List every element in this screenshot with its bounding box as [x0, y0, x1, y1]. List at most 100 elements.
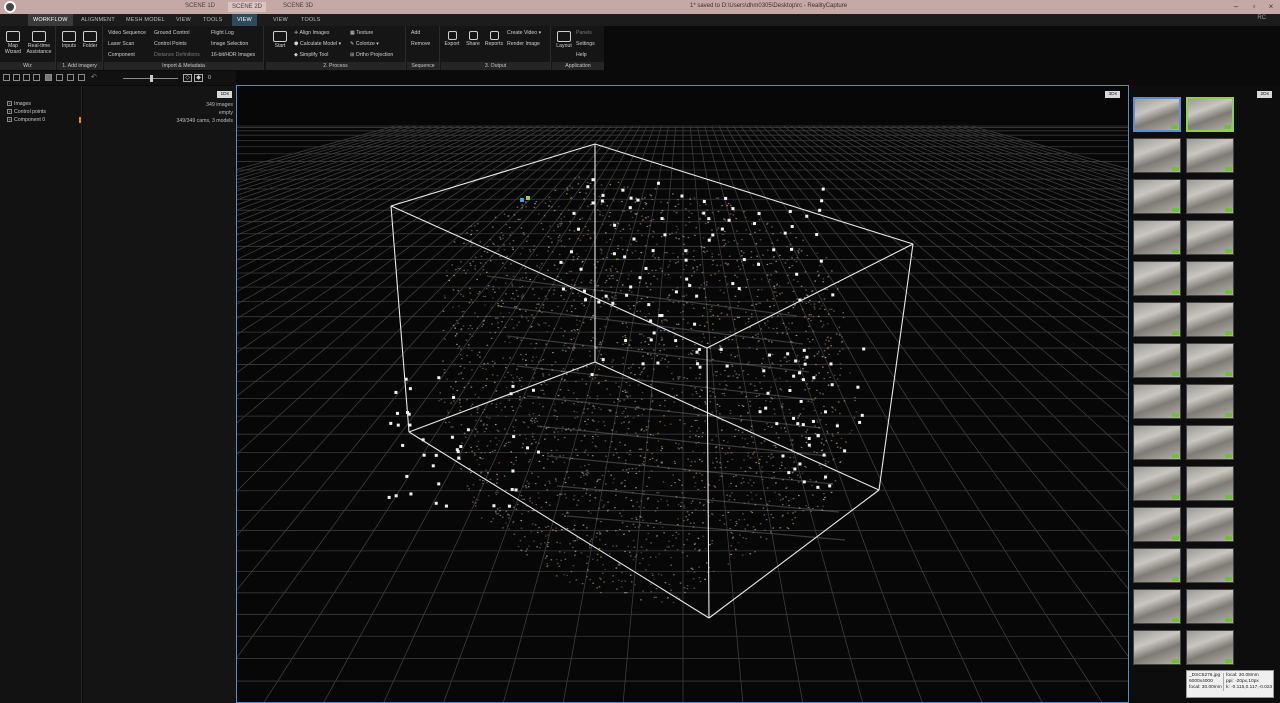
tree-item-control-points[interactable]: + Control points [7, 109, 46, 115]
sort-icon[interactable] [56, 74, 63, 81]
pane-3ds-badge[interactable]: 3Ds [1105, 91, 1120, 98]
tab-scene-1d[interactable]: SCENE 1D [185, 3, 215, 9]
image-thumbnail[interactable] [1133, 384, 1181, 419]
aligned-status-icon [1225, 659, 1232, 663]
tab-mesh-model[interactable]: MESH MODEL [121, 14, 170, 26]
image-thumbnail[interactable] [1186, 425, 1234, 460]
settings-button[interactable]: Settings [576, 41, 595, 48]
calculate-model-button[interactable]: ⬢ Calculate Model ▾ [294, 41, 341, 48]
pane-1ds-badge[interactable]: 1Ds [217, 91, 232, 98]
export-button[interactable]: Export [442, 31, 462, 47]
ortho-projection-button[interactable]: ⊞ Ortho Projection [350, 52, 393, 59]
grid-view-icon[interactable] [3, 74, 10, 81]
start-icon [273, 31, 287, 42]
minimize-icon[interactable]: – [1230, 1, 1242, 13]
tab-workflow[interactable]: WORKFLOW [28, 14, 73, 26]
image-thumbnail[interactable] [1133, 589, 1181, 624]
diamond-filled-icon[interactable]: ◆ [194, 74, 203, 82]
start-button[interactable]: Start [269, 31, 291, 49]
image-thumbnail[interactable] [1133, 220, 1181, 255]
image-thumbnail[interactable] [1133, 261, 1181, 296]
app-logo-icon[interactable] [4, 1, 16, 13]
scene-canvas[interactable] [237, 86, 1129, 703]
add-button[interactable]: Add [411, 30, 420, 37]
thumb-large-icon[interactable] [45, 74, 52, 81]
flight-log-button[interactable]: Flight Log [211, 30, 234, 37]
remove-button[interactable]: Remove [411, 41, 430, 48]
3d-viewport[interactable]: 3Ds [236, 85, 1129, 703]
image-thumbnail[interactable] [1186, 589, 1234, 624]
tab-view[interactable]: VIEW [171, 14, 196, 26]
simplify-tool-button[interactable]: ◆ Simplify Tool [294, 52, 328, 59]
pane-2ds-badge[interactable]: 2Ds [1257, 91, 1272, 98]
image-thumbnail[interactable] [1186, 261, 1234, 296]
filter-icon[interactable] [67, 74, 74, 81]
image-selection-button[interactable]: Image Selection [211, 41, 248, 48]
tree-item-component[interactable]: + Component 0 [7, 117, 45, 123]
render-image-button[interactable]: Render Image [507, 41, 540, 48]
image-thumbnail[interactable] [1186, 466, 1234, 501]
maximize-icon[interactable]: ▫ [1248, 1, 1260, 13]
image-thumbnail[interactable] [1133, 302, 1181, 337]
image-thumbnail[interactable] [1133, 548, 1181, 583]
control-points-button[interactable]: Control Points [154, 41, 187, 48]
close-icon[interactable]: × [1265, 1, 1277, 13]
component-button[interactable]: Component [108, 52, 135, 59]
select-icon[interactable] [78, 74, 85, 81]
detail-view-icon[interactable] [23, 74, 30, 81]
align-images-button[interactable]: ⁜ Align Images [294, 30, 330, 37]
image-thumbnail[interactable] [1186, 179, 1234, 214]
folder-button[interactable]: Folder [80, 31, 100, 49]
map-wizard-button[interactable]: Map Wizard [3, 31, 23, 55]
layout-button[interactable]: Layout [554, 31, 574, 49]
image-thumbnail[interactable] [1186, 630, 1234, 665]
image-thumbnail[interactable] [1186, 507, 1234, 542]
image-thumbnail[interactable] [1133, 466, 1181, 501]
image-thumbnail[interactable] [1133, 97, 1181, 132]
panels-button[interactable]: Panels [576, 30, 592, 37]
create-video-button[interactable]: Create Video ▾ [507, 30, 541, 37]
image-thumbnail[interactable] [1133, 507, 1181, 542]
list-view-icon[interactable] [13, 74, 20, 81]
zoom-slider-handle[interactable] [150, 75, 153, 82]
image-thumbnail[interactable] [1186, 302, 1234, 337]
hdr-images-button[interactable]: 16-bit/HDR Images [211, 52, 255, 59]
help-button[interactable]: Help [576, 52, 587, 59]
diamond-icon[interactable]: ◇ [183, 74, 192, 82]
image-thumbnail[interactable] [1133, 630, 1181, 665]
texture-button[interactable]: ▦ Texture [350, 30, 373, 37]
share-button[interactable]: Share [463, 31, 483, 47]
image-thumbnail[interactable] [1133, 343, 1181, 378]
image-thumbnail[interactable] [1186, 548, 1234, 583]
expand-icon[interactable]: + [7, 109, 12, 115]
colorize-button[interactable]: ✎ Colorize ▾ [350, 41, 379, 48]
image-thumbnail[interactable] [1133, 425, 1181, 460]
tab-scene-2d[interactable]: SCENE 2D [228, 2, 267, 12]
tab-view-3d[interactable]: VIEW [268, 14, 293, 26]
image-thumbnail[interactable] [1186, 384, 1234, 419]
tab-tools-3d[interactable]: TOOLS [296, 14, 326, 26]
image-thumbnail[interactable] [1186, 343, 1234, 378]
thumb-small-icon[interactable] [33, 74, 40, 81]
image-thumbnail[interactable] [1186, 220, 1234, 255]
distance-definitions-button[interactable]: Distance Definitions [154, 52, 200, 59]
realtime-assistance-button[interactable]: Real-time Assistance [24, 31, 54, 55]
image-thumbnail[interactable] [1133, 179, 1181, 214]
tree-item-images[interactable]: + Images [7, 101, 31, 107]
ground-control-button[interactable]: Ground Control [154, 30, 189, 37]
inputs-button[interactable]: Inputs [59, 31, 79, 49]
rc-label: RC [1257, 15, 1266, 21]
expand-icon[interactable]: + [7, 101, 12, 107]
tab-scene-3d[interactable]: SCENE 3D [283, 3, 313, 9]
reports-button[interactable]: Reports [483, 31, 505, 47]
undo-icon[interactable]: ↶ [91, 74, 98, 81]
image-thumbnail[interactable] [1186, 97, 1234, 132]
image-thumbnail[interactable] [1133, 138, 1181, 173]
tab-tools[interactable]: TOOLS [198, 14, 228, 26]
expand-icon[interactable]: + [7, 117, 12, 123]
video-sequence-button[interactable]: Video Sequence [108, 30, 146, 37]
image-thumbnail[interactable] [1186, 138, 1234, 173]
laser-scan-button[interactable]: Laser Scan [108, 41, 134, 48]
tab-view-2d[interactable]: VIEW [232, 14, 257, 26]
tab-alignment[interactable]: ALIGNMENT [76, 14, 120, 26]
